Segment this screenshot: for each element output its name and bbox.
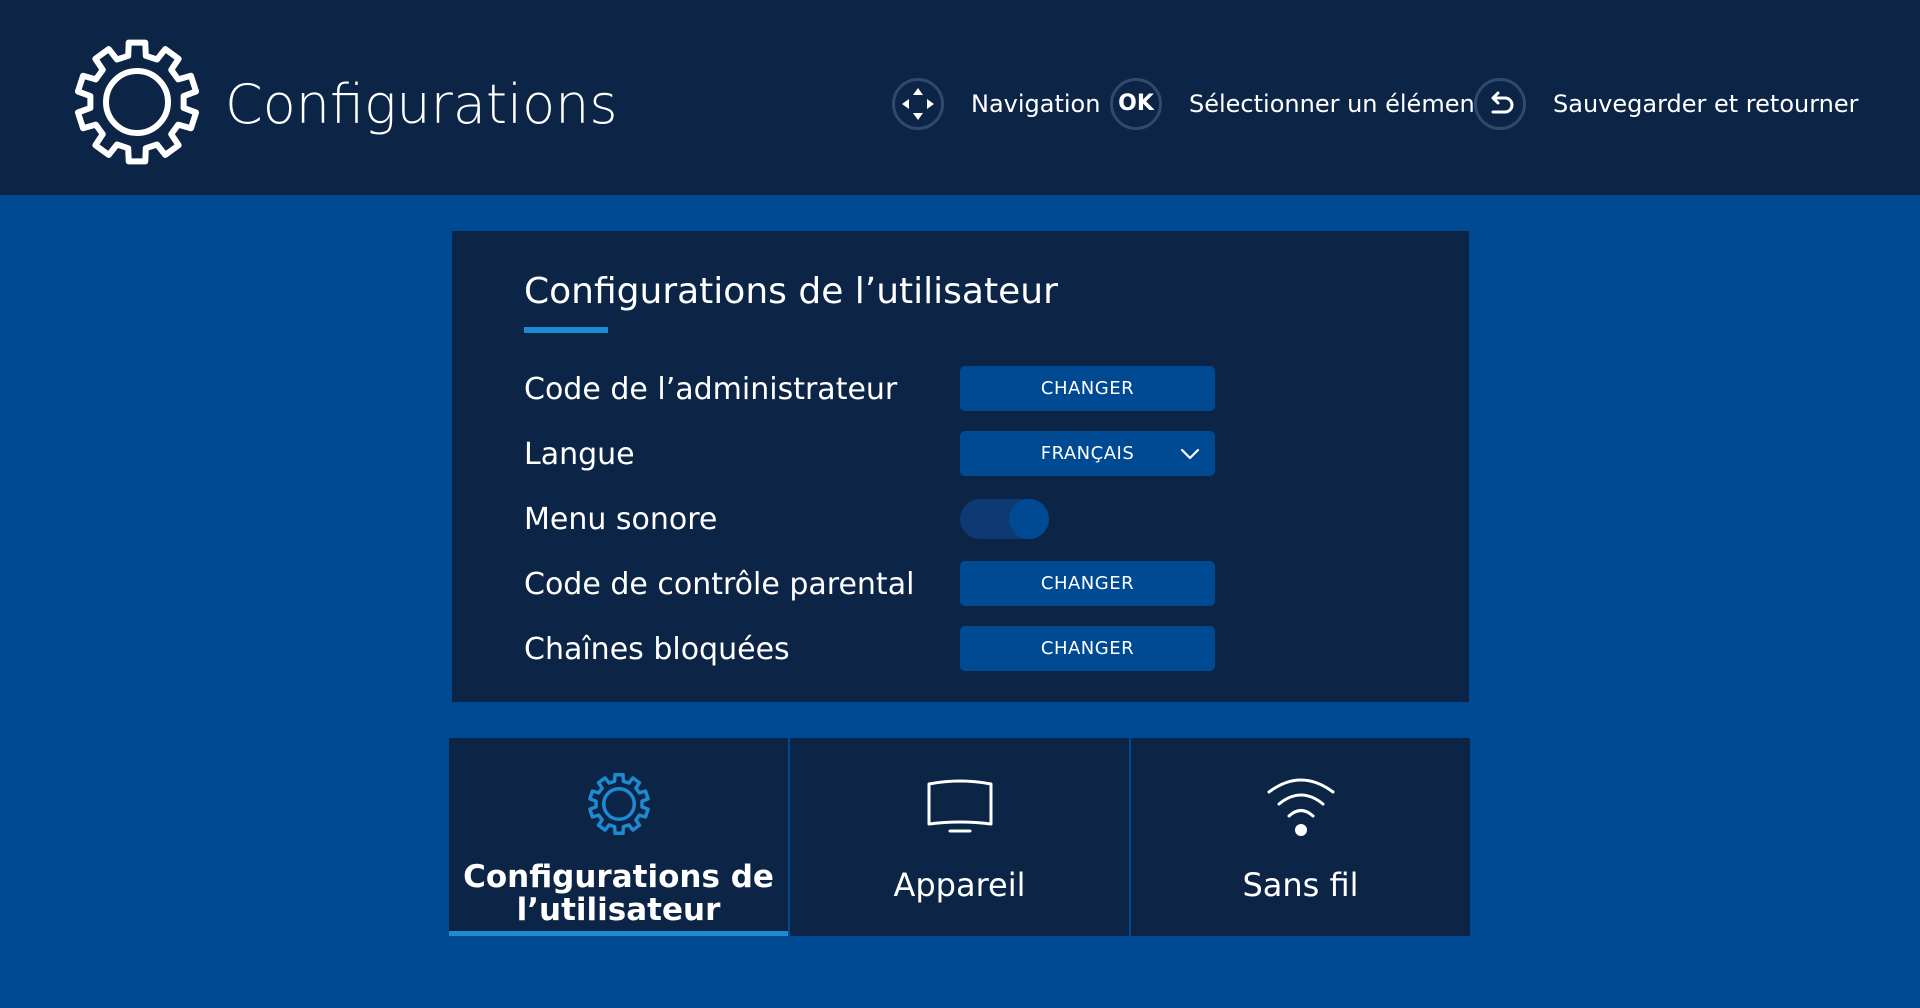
sound-menu-toggle[interactable] <box>960 499 1049 539</box>
panel-title-underline <box>524 327 608 333</box>
blocked-channels-change-button[interactable]: CHANGER <box>960 626 1215 671</box>
active-tab-underline <box>449 931 788 936</box>
row-label-blocked-channels: Chaînes bloquées <box>524 632 790 667</box>
tab-wireless-label: Sans fil <box>1242 866 1359 904</box>
tab-user-settings-label-line2: l’utilisateur <box>516 892 721 928</box>
row-label-language: Langue <box>524 437 635 472</box>
category-tabs: Configurations de l’utilisateur Appareil… <box>449 738 1470 936</box>
row-label-parental-code: Code de contrôle parental <box>524 567 915 602</box>
gear-icon <box>74 39 200 165</box>
toggle-knob <box>1009 499 1049 539</box>
back-hint-label: Sauvegarder et retourner <box>1553 90 1859 118</box>
parental-code-change-button[interactable]: CHANGER <box>960 561 1215 606</box>
select-hint-label: Sélectionner un élément <box>1189 90 1485 118</box>
chevron-down-icon <box>1180 448 1200 460</box>
ok-icon: OK <box>1110 78 1162 130</box>
tab-device-label: Appareil <box>893 866 1026 904</box>
header-bar: Configurations Navigation OK Sélectionne… <box>0 0 1920 195</box>
navigation-hint-label: Navigation <box>971 90 1101 118</box>
ok-icon-text: OK <box>1118 91 1154 116</box>
settings-panel: Configurations de l’utilisateur Code de … <box>452 231 1469 702</box>
tab-user-settings-label-line1: Configurations de <box>463 859 774 895</box>
tab-wireless[interactable]: Sans fil <box>1131 738 1470 936</box>
row-label-sound-menu: Menu sonore <box>524 502 718 537</box>
row-label-admin-code: Code de l’administrateur <box>524 372 898 407</box>
tab-user-settings[interactable]: Configurations de l’utilisateur <box>449 738 788 936</box>
language-select-value: FRANÇAIS <box>1040 443 1135 464</box>
language-select[interactable]: FRANÇAIS <box>960 431 1215 476</box>
admin-code-change-button[interactable]: CHANGER <box>960 366 1215 411</box>
page-title: Configurations <box>225 73 618 136</box>
wifi-icon <box>1267 778 1335 836</box>
back-icon <box>1474 78 1526 130</box>
tv-icon <box>927 779 993 833</box>
tab-device[interactable]: Appareil <box>790 738 1129 936</box>
dpad-icon <box>892 78 944 130</box>
gear-icon <box>588 773 650 835</box>
panel-title: Configurations de l’utilisateur <box>524 271 1058 312</box>
